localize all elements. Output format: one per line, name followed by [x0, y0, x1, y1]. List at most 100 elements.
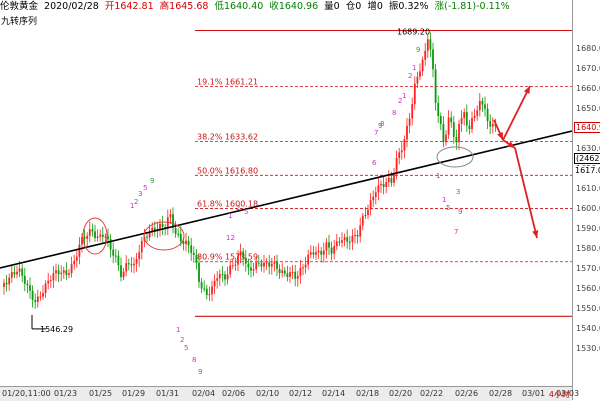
sequence-count: 1 [442, 196, 446, 204]
sequence-count: 2 [408, 72, 412, 80]
candle-body [439, 115, 442, 125]
candle-body [395, 157, 398, 175]
price-tick: 1660.00 [576, 83, 600, 93]
candle-body [374, 192, 377, 197]
candle-body [211, 286, 213, 295]
candle-body [317, 250, 320, 253]
price-tick: 1630.00 [576, 143, 600, 153]
candle-body [16, 271, 18, 275]
candle-body [450, 117, 453, 123]
candle-body [10, 272, 13, 278]
candle-body [200, 282, 203, 289]
candle-body [478, 100, 481, 111]
candle-body [463, 112, 466, 119]
candle-body [221, 274, 224, 276]
candle-body [252, 269, 255, 271]
candle-body [138, 252, 141, 260]
sequence-count: 2 [134, 198, 138, 206]
candle-body [75, 256, 78, 261]
candle-body [99, 234, 102, 237]
price-axis[interactable]: 1680.001670.001660.001650.001640.001630.… [572, 0, 600, 400]
close-price: 收1640.96 [269, 1, 319, 12]
candle-body [133, 263, 135, 266]
candle-body [94, 231, 96, 238]
projection-arrow [514, 147, 538, 239]
candle-body [421, 59, 424, 72]
candle-body [190, 245, 193, 253]
touch-circle [436, 146, 474, 168]
candle-body [442, 124, 445, 143]
candle-body [57, 270, 60, 275]
sequence-count: 2 [236, 204, 240, 212]
candle-body [260, 263, 263, 267]
candle-body [403, 139, 406, 151]
sequence-count: 9 [378, 122, 382, 130]
sequence-count: 9 [150, 177, 154, 185]
quote-date: 2020/02/28 [44, 1, 99, 12]
fib-level-label: 50.0% 1616.80 [197, 166, 258, 175]
candle-body [229, 265, 232, 275]
candle-body [471, 117, 473, 130]
sequence-count: 1 [412, 64, 416, 72]
price-tick: 1550.00 [576, 303, 600, 313]
candle-body [31, 290, 34, 301]
price-tick: 1650.00 [576, 103, 600, 113]
amplitude-value: 振0.32% [388, 1, 429, 12]
candle-body [174, 227, 177, 234]
candle-body [455, 137, 458, 143]
candle-body [283, 270, 286, 274]
candle-body [486, 108, 489, 122]
candle-body [88, 229, 91, 236]
candle-body [192, 252, 195, 256]
candle-body [127, 263, 130, 265]
price-tick: 1680.00 [576, 43, 600, 53]
candle-body [177, 233, 180, 235]
candle-body [294, 271, 297, 279]
date-axis[interactable]: 4小时 01/20,11:00 01/23 01/25 01/29 01/31 02/04… [0, 386, 579, 401]
candle-body [122, 271, 125, 278]
sequence-count: 9 [458, 208, 462, 216]
candle-body [36, 296, 39, 303]
candle-body [338, 241, 341, 243]
candlestick-chart[interactable]: 19.1% 1661.21 38.2% 1633.62 50.0% 1616.80 6… [0, 0, 572, 386]
candle-body [8, 277, 11, 285]
candle-body [302, 267, 304, 269]
sequence-count: 3 [138, 190, 142, 198]
candle-body [257, 262, 260, 264]
candle-body [218, 274, 221, 279]
candle-body [408, 118, 411, 126]
candle-body [3, 282, 5, 287]
sequence-count: 5 [244, 208, 248, 216]
candle-body [146, 236, 148, 238]
candle-body [429, 39, 432, 50]
candle-body [185, 240, 187, 245]
candle-body [341, 240, 343, 243]
price-tick: 1570.00 [576, 263, 600, 273]
candle-body [367, 209, 369, 215]
date-label: 01/20,11:00 [2, 389, 51, 398]
candle-body [263, 262, 265, 267]
candle-body [276, 262, 278, 269]
date-label: 02/12 [289, 389, 313, 398]
candle-body [179, 233, 182, 242]
candle-body [382, 183, 385, 187]
candle-body [390, 177, 393, 183]
sequence-count: 12 [226, 234, 235, 242]
candle-body [270, 263, 273, 267]
candle-body [351, 235, 354, 243]
candle-body [315, 252, 317, 255]
candle-body [23, 275, 26, 284]
candle-body [29, 285, 31, 291]
candle-body [309, 252, 312, 255]
candle-body [117, 255, 120, 266]
candle-body [416, 76, 419, 84]
increase-value: 增0 [367, 1, 383, 12]
sequence-count: 9 [416, 46, 420, 54]
sequence-count: 1 [402, 92, 406, 100]
candle-body [135, 259, 138, 264]
candle-body [473, 115, 476, 118]
date-label: 02/14 [322, 389, 346, 398]
candle-body [195, 255, 198, 263]
candle-body [369, 200, 372, 210]
candle-body [265, 262, 268, 264]
